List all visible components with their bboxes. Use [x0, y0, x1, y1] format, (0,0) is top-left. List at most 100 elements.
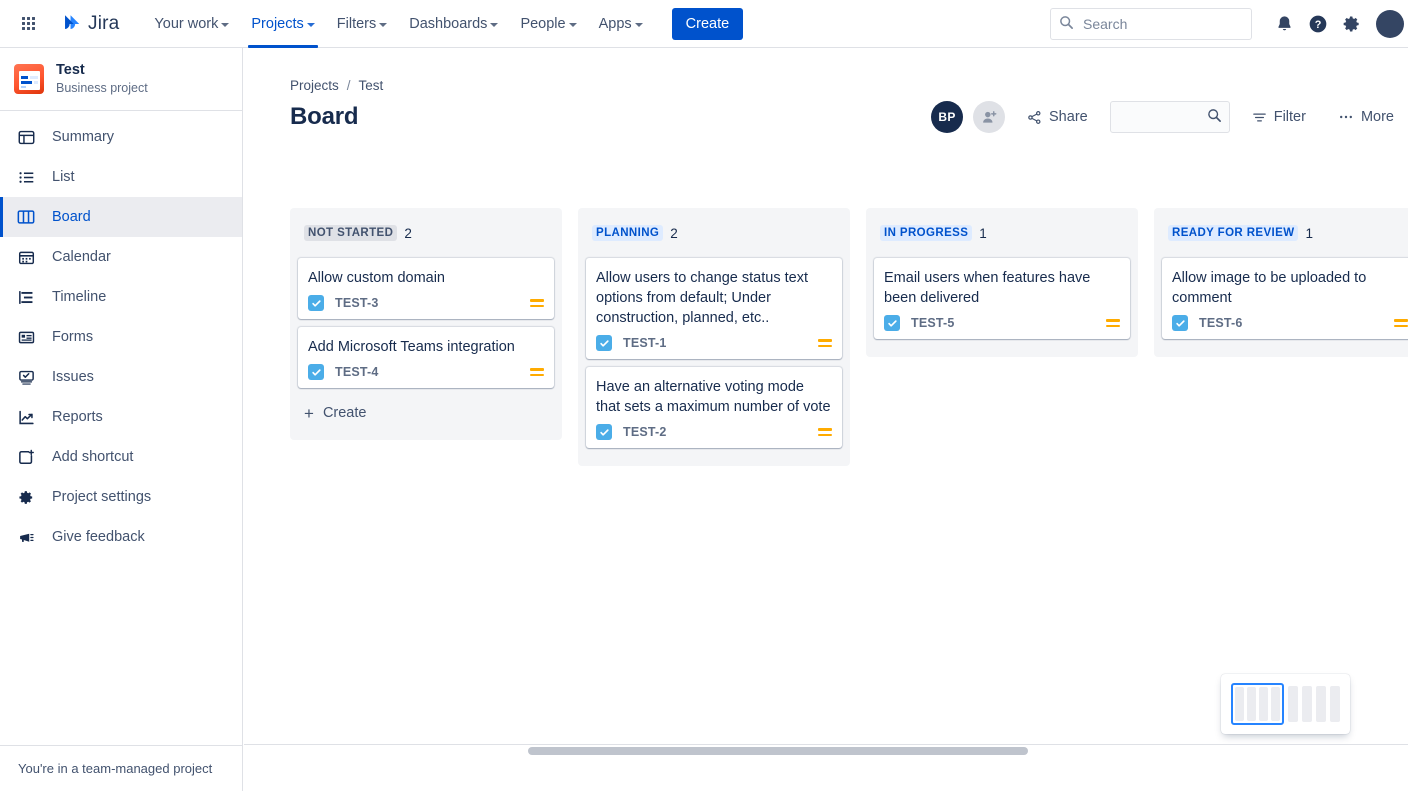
card-issue-key[interactable]: TEST-3 [335, 296, 379, 310]
task-icon [308, 295, 324, 311]
plus-icon: + [304, 403, 314, 423]
priority-medium-icon [530, 368, 544, 376]
add-people-icon[interactable] [973, 101, 1006, 133]
card-issue-key[interactable]: TEST-2 [623, 425, 667, 439]
share-label: Share [1049, 109, 1088, 125]
card-footer: TEST-3 [308, 295, 544, 311]
jira-home-link[interactable]: Jira [54, 9, 125, 39]
project-avatar-icon [14, 64, 44, 94]
sidebar-item-list[interactable]: List [0, 157, 242, 197]
navigator-column[interactable] [1316, 686, 1326, 722]
sidebar-item-timeline[interactable]: Timeline [0, 277, 242, 317]
card-issue-key[interactable]: TEST-6 [1199, 316, 1243, 330]
calendar-icon [16, 247, 36, 267]
top-navigation-bar: Jira Your work Projects Filters Dashboar… [0, 0, 1408, 48]
column-header[interactable]: PLANNING 2 [586, 208, 842, 258]
column-header[interactable]: READY FOR REVIEW 1 [1162, 208, 1408, 258]
nav-item-apps[interactable]: Apps [588, 0, 654, 48]
nav-item-people[interactable]: People [509, 0, 587, 48]
card-footer: TEST-2 [596, 424, 832, 440]
priority-medium-icon [818, 428, 832, 436]
create-button[interactable]: Create [671, 7, 744, 40]
global-search[interactable] [1050, 7, 1252, 40]
board-card[interactable]: Allow users to change status text option… [586, 258, 842, 359]
search-icon [1207, 109, 1221, 122]
column-header[interactable]: IN PROGRESS 1 [874, 208, 1130, 258]
footer-divider [244, 744, 1408, 745]
card-footer: TEST-5 [884, 315, 1120, 331]
navigator-column [1259, 687, 1268, 721]
card-issue-key[interactable]: TEST-1 [623, 336, 667, 350]
app-switcher-icon[interactable] [12, 8, 44, 40]
timeline-icon [16, 287, 36, 307]
nav-label: Filters [336, 15, 377, 32]
settings-gear-icon[interactable] [1336, 8, 1368, 40]
sidebar-item-label: Give feedback [52, 529, 145, 545]
board-navigator[interactable] [1221, 674, 1350, 734]
navigator-column[interactable] [1330, 686, 1340, 722]
sidebar-item-label: Add shortcut [52, 449, 134, 465]
sidebar-item-board[interactable]: Board [0, 197, 242, 237]
board-column-not-started: NOT STARTED 2 Allow custom domain TEST-3… [290, 208, 562, 440]
navigator-column[interactable] [1302, 686, 1312, 722]
search-icon [1060, 15, 1073, 29]
card-issue-key[interactable]: TEST-5 [911, 316, 955, 330]
board-card[interactable]: Allow custom domain TEST-3 [298, 258, 554, 319]
card-title: Have an alternative voting mode that set… [596, 379, 831, 415]
create-card-label: Create [322, 405, 367, 421]
avatar[interactable]: BP [931, 101, 964, 133]
sidebar-item-calendar[interactable]: Calendar [0, 237, 242, 277]
profile-avatar[interactable] [1376, 9, 1404, 38]
create-card-button[interactable]: + Create [298, 396, 554, 430]
board-card[interactable]: Add Microsoft Teams integration TEST-4 [298, 327, 554, 388]
card-footer: TEST-4 [308, 364, 544, 380]
nav-item-projects[interactable]: Projects [240, 0, 325, 48]
board-card[interactable]: Have an alternative voting mode that set… [586, 367, 842, 448]
board-horizontal-scrollbar[interactable] [528, 747, 1408, 755]
chevron-down-icon [306, 22, 315, 27]
task-icon [596, 335, 612, 351]
scrollbar-thumb[interactable] [528, 747, 1028, 755]
sidebar-item-summary[interactable]: Summary [0, 117, 242, 157]
nav-item-dashboards[interactable]: Dashboards [398, 0, 509, 48]
nav-label: Dashboards [409, 15, 488, 32]
search-input[interactable] [1050, 7, 1252, 40]
filter-button[interactable]: Filter [1242, 101, 1316, 133]
sidebar-item-forms[interactable]: Forms [0, 317, 242, 357]
card-title: Allow image to be uploaded to comment [1172, 270, 1367, 306]
sidebar-item-give-feedback[interactable]: Give feedback [0, 517, 242, 557]
more-button[interactable]: More [1328, 101, 1404, 133]
sidebar-item-add-shortcut[interactable]: Add shortcut [0, 437, 242, 477]
board-card[interactable]: Email users when features have been deli… [874, 258, 1130, 339]
help-icon[interactable]: ? [1302, 8, 1334, 40]
task-icon [884, 315, 900, 331]
chevron-down-icon [490, 22, 499, 27]
breadcrumb-projects[interactable]: Projects [290, 78, 339, 93]
navigator-column[interactable] [1288, 686, 1298, 722]
primary-nav-items: Your work Projects Filters Dashboards Pe… [143, 0, 653, 48]
nav-item-your-work[interactable]: Your work [143, 0, 240, 48]
status-badge: PLANNING [592, 225, 664, 241]
priority-medium-icon [530, 299, 544, 307]
card-title: Add Microsoft Teams integration [308, 339, 515, 355]
sidebar-item-issues[interactable]: Issues [0, 357, 242, 397]
share-button[interactable]: Share [1017, 101, 1098, 133]
board-search[interactable] [1109, 101, 1230, 133]
project-header[interactable]: Test Business project [0, 48, 242, 108]
summary-icon [16, 127, 36, 147]
page-title: Board [290, 103, 359, 130]
notifications-icon[interactable] [1268, 8, 1300, 40]
column-header[interactable]: NOT STARTED 2 [298, 208, 554, 258]
sidebar-item-reports[interactable]: Reports [0, 397, 242, 437]
nav-item-filters[interactable]: Filters [326, 0, 398, 48]
navigator-viewport[interactable] [1231, 683, 1284, 725]
card-issue-key[interactable]: TEST-4 [335, 365, 379, 379]
breadcrumb-test[interactable]: Test [359, 78, 384, 93]
navigator-column [1235, 687, 1244, 721]
sidebar-item-label: Project settings [52, 489, 152, 505]
jira-logo-icon [65, 14, 80, 29]
board-card[interactable]: Allow image to be uploaded to comment TE… [1162, 258, 1408, 339]
jira-brand-text: Jira [88, 12, 120, 34]
sidebar-item-project-settings[interactable]: Project settings [0, 477, 242, 517]
settings-gear-icon [16, 487, 36, 507]
